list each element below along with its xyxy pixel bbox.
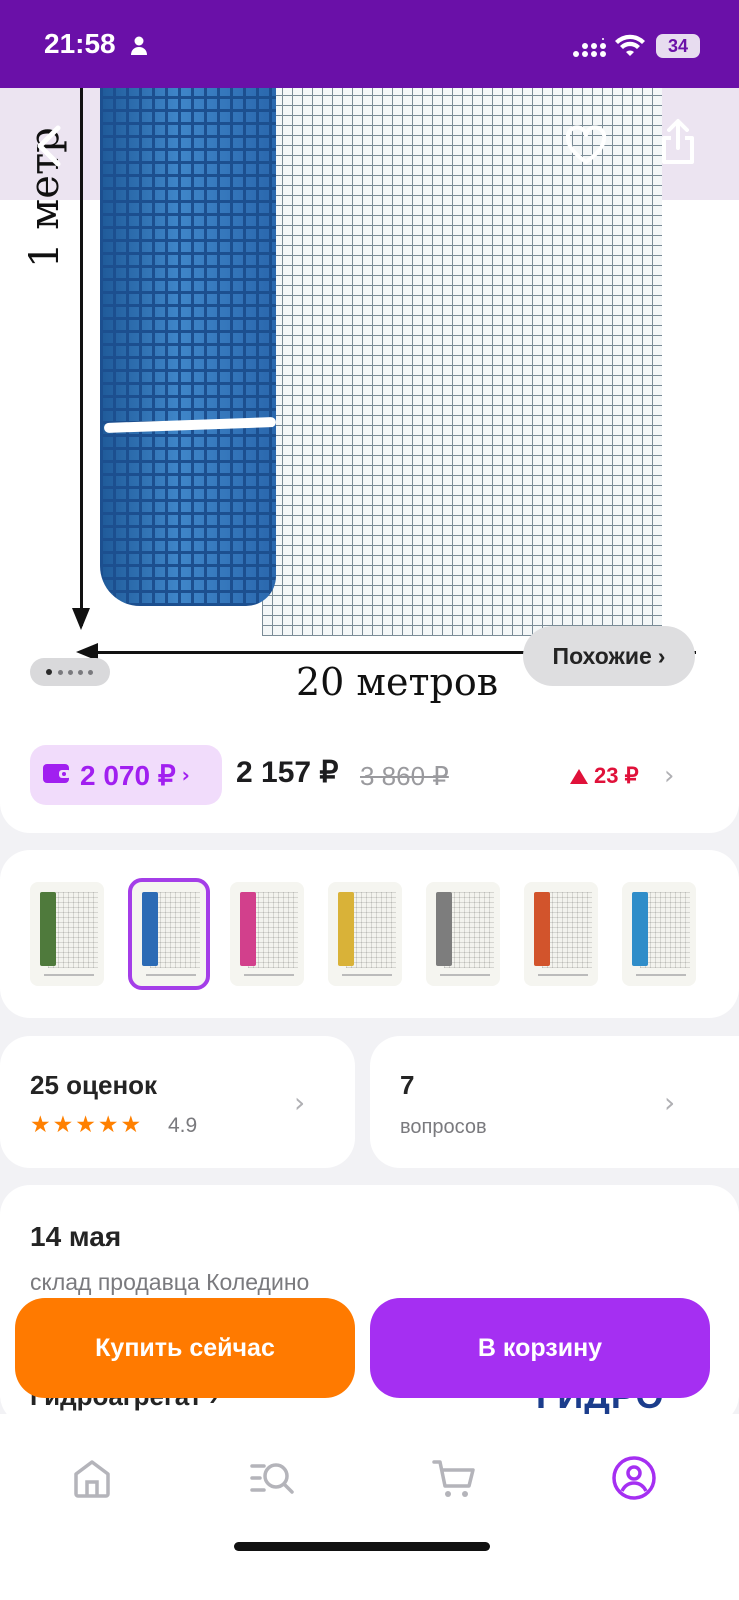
variant-thumbnail-gray[interactable] — [426, 882, 500, 986]
similar-button-label: Похожие — [552, 642, 652, 669]
mesh-sheet — [262, 88, 662, 636]
profile-icon[interactable] — [610, 1454, 658, 1502]
rating-stars: ★ ★ ★ ★ ★ — [30, 1112, 141, 1138]
questions-card[interactable]: 7 вопросов › — [370, 1036, 739, 1168]
wallet-price-button[interactable]: 2 070 ₽ › — [30, 745, 222, 805]
gallery-pagination — [30, 658, 110, 686]
bottom-nav — [0, 1414, 739, 1600]
gallery-dot — [68, 670, 73, 675]
chevron-right-icon[interactable]: › — [664, 761, 674, 791]
gallery-dot — [88, 670, 93, 675]
status-time: 21:58 — [44, 28, 116, 59]
questions-label: вопросов — [400, 1116, 487, 1138]
variant-caption-line — [44, 974, 94, 976]
color-variants — [0, 850, 739, 1018]
old-price: 3 860 ₽ — [360, 761, 449, 791]
variant-caption-line — [244, 974, 294, 976]
delivery-place: склад продавца Коледино — [30, 1269, 310, 1295]
mesh-roll — [100, 88, 276, 606]
similar-button[interactable]: Похожие › — [523, 626, 695, 686]
variant-roll — [240, 892, 256, 966]
questions-count: 7 — [400, 1070, 415, 1100]
price-up-icon — [570, 768, 588, 784]
home-indicator[interactable] — [234, 1542, 490, 1551]
variant-thumbnail-pink[interactable] — [230, 882, 304, 986]
variant-roll — [436, 892, 452, 966]
heart-icon[interactable] — [564, 124, 608, 168]
variant-thumbnail-orange[interactable] — [524, 882, 598, 986]
buy-now-button[interactable]: Купить сейчас — [15, 1298, 355, 1398]
reviews-card[interactable]: 25 оценок ★ ★ ★ ★ ★ 4.9 › — [0, 1036, 355, 1168]
star-icon: ★ — [30, 1112, 51, 1138]
person-icon — [130, 36, 148, 60]
chevron-right-icon: › — [664, 1086, 676, 1119]
current-price: 2 157 ₽ — [236, 756, 339, 789]
price-change-value: 23 ₽ — [594, 763, 639, 788]
price-card: 2 070 ₽ › 2 157 ₽ 3 860 ₽ 23 ₽ › — [0, 725, 739, 833]
variant-thumbnail-light-blue[interactable] — [622, 882, 696, 986]
product-image-gallery[interactable]: 1 метр 20 метров Похожие › — [0, 88, 739, 748]
variant-roll — [40, 892, 56, 966]
wifi-icon — [614, 34, 646, 62]
variant-caption-line — [636, 974, 686, 976]
rating-value: 4.9 — [168, 1114, 198, 1137]
star-icon: ★ — [97, 1112, 119, 1138]
status-bar: 21:58 34 — [0, 0, 739, 88]
gallery-dot-active — [46, 669, 52, 675]
chevron-right-icon: › — [294, 1086, 306, 1119]
variant-thumbnail-green[interactable] — [30, 882, 104, 986]
variant-caption-line — [342, 974, 392, 976]
back-arrow-icon[interactable] — [30, 124, 70, 168]
variant-roll — [632, 892, 648, 966]
wallet-icon — [42, 761, 72, 789]
catalog-search-icon[interactable] — [248, 1454, 296, 1502]
star-icon: ★ — [120, 1112, 142, 1138]
add-to-cart-button[interactable]: В корзину — [370, 1298, 710, 1398]
gallery-dot — [58, 670, 63, 675]
cart-icon[interactable] — [430, 1454, 478, 1502]
delivery-date: 14 мая — [30, 1221, 122, 1252]
battery-icon: 34 — [656, 34, 700, 58]
variant-thumbnail-blue[interactable] — [128, 878, 210, 990]
height-arrow-head — [72, 608, 90, 630]
width-label: 20 метров — [296, 660, 499, 704]
variant-roll — [338, 892, 354, 966]
price-change[interactable]: 23 ₽ — [570, 763, 639, 789]
variant-caption-line — [440, 974, 490, 976]
signal-icon — [572, 38, 606, 62]
chevron-right-icon: › — [181, 763, 190, 787]
star-icon: ★ — [52, 1112, 74, 1138]
variant-caption-line — [538, 974, 588, 976]
wallet-price: 2 070 ₽ — [80, 759, 176, 791]
variant-roll — [534, 892, 550, 966]
height-arrow — [80, 88, 83, 626]
reviews-count: 25 оценок — [30, 1070, 158, 1100]
gallery-dot — [78, 670, 83, 675]
chevron-right-icon: › — [657, 642, 666, 669]
variant-roll — [142, 892, 158, 966]
variant-caption-line — [146, 974, 196, 976]
star-icon: ★ — [75, 1112, 96, 1138]
home-icon[interactable] — [68, 1454, 116, 1502]
share-icon[interactable] — [658, 118, 698, 166]
variant-thumbnail-yellow[interactable] — [328, 882, 402, 986]
